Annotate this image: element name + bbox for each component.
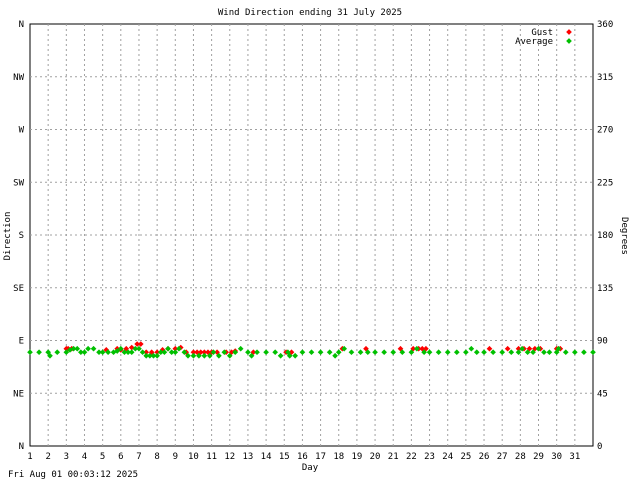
- x-tick-label: 29: [533, 452, 544, 462]
- x-tick-label: 4: [82, 452, 87, 462]
- x-tick-label: 12: [224, 452, 235, 462]
- x-tick-label: 13: [243, 452, 254, 462]
- y-axis-label-right: Degrees: [619, 217, 629, 255]
- x-tick-label: 31: [569, 452, 580, 462]
- y-tick-label-left: NW: [13, 73, 24, 83]
- x-tick-label: 16: [297, 452, 308, 462]
- x-tick-label: 19: [351, 452, 362, 462]
- footer-timestamp: Fri Aug 01 00:03:12 2025: [8, 470, 138, 480]
- x-tick-label: 24: [442, 452, 453, 462]
- x-tick-label: 9: [173, 452, 178, 462]
- x-tick-label: 30: [551, 452, 562, 462]
- x-tick-label: 3: [64, 452, 69, 462]
- y-tick-label-right: 360: [597, 20, 613, 30]
- x-tick-label: 14: [261, 452, 272, 462]
- y-tick-label-right: 135: [597, 284, 613, 294]
- y-tick-label-right: 90: [597, 337, 608, 347]
- x-tick-label: 2: [45, 452, 50, 462]
- x-tick-label: 20: [370, 452, 381, 462]
- y-tick-label-left: NE: [13, 389, 24, 399]
- x-tick-label: 22: [406, 452, 417, 462]
- y-tick-label-right: 270: [597, 126, 613, 136]
- x-tick-label: 11: [206, 452, 217, 462]
- y-tick-label-left: W: [19, 126, 25, 136]
- chart-title: Wind Direction ending 31 July 2025: [218, 8, 402, 18]
- x-tick-label: 5: [100, 452, 105, 462]
- x-tick-label: 21: [388, 452, 399, 462]
- y-tick-label-right: 315: [597, 73, 613, 83]
- wind-direction-chart: 1 2 3 4 5 6 7 8 9 10 11 12 13 14 15 16 17 18 19 20 21 22 23 24 2…: [0, 0, 640, 480]
- x-tick-label: 25: [460, 452, 471, 462]
- x-axis-label: Day: [302, 463, 319, 473]
- x-tick-label: 18: [333, 452, 344, 462]
- x-tick-label: 15: [279, 452, 290, 462]
- y-tick-label-left: N: [19, 442, 24, 452]
- x-tick-label: 8: [154, 452, 159, 462]
- y-tick-label-left: N: [19, 20, 24, 30]
- x-tick-label: 26: [479, 452, 490, 462]
- y-tick-label-left: S: [19, 231, 24, 241]
- chart-canvas: 1 2 3 4 5 6 7 8 9 10 11 12 13 14 15 16 17 18 19 20 21 22 23 24 2…: [3, 8, 629, 480]
- legend-label-average: Average: [515, 37, 553, 47]
- y-tick-label-left: E: [19, 337, 24, 347]
- x-tick-label: 23: [424, 452, 435, 462]
- y-tick-label-right: 180: [597, 231, 613, 241]
- y-tick-label-left: SE: [13, 284, 24, 294]
- y-axis-label-left: Direction: [3, 212, 13, 261]
- y-tick-label-right: 45: [597, 389, 608, 399]
- x-tick-label: 6: [118, 452, 123, 462]
- y-tick-label-left: SW: [13, 178, 24, 188]
- x-tick-label: 28: [515, 452, 526, 462]
- x-tick-label: 17: [315, 452, 326, 462]
- x-tick-label: 10: [188, 452, 199, 462]
- x-tick-label: 1: [27, 452, 32, 462]
- y-tick-label-right: 0: [597, 442, 602, 452]
- x-tick-label: 27: [497, 452, 508, 462]
- y-tick-label-right: 225: [597, 178, 613, 188]
- x-tick-label: 7: [136, 452, 141, 462]
